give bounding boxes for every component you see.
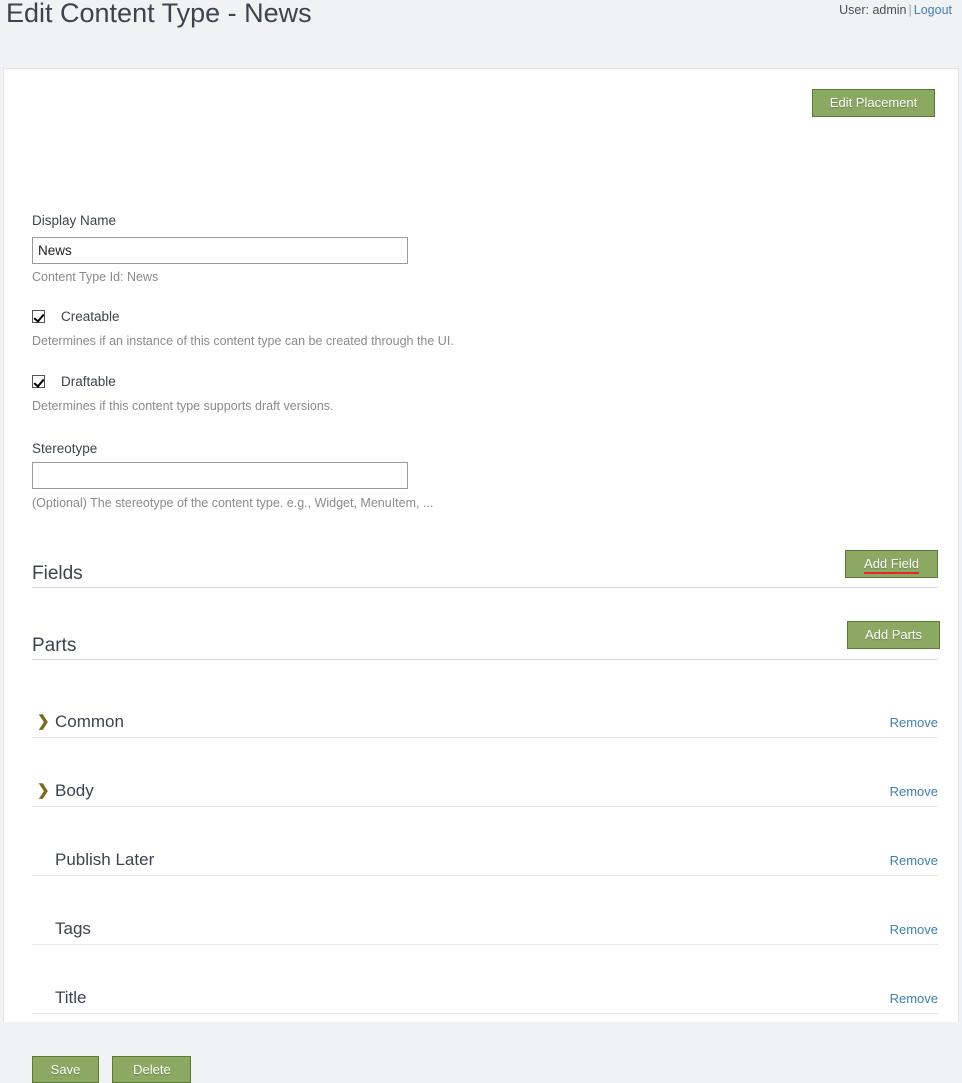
remove-part-link[interactable]: Remove bbox=[890, 854, 938, 867]
fields-section-title: Fields bbox=[32, 564, 83, 583]
logout-link[interactable]: Logout bbox=[914, 3, 952, 17]
parts-section-title: Parts bbox=[32, 636, 76, 655]
edit-placement-button[interactable]: Edit Placement bbox=[812, 89, 935, 117]
draftable-label[interactable]: Draftable bbox=[61, 374, 116, 389]
remove-part-link[interactable]: Remove bbox=[890, 716, 938, 729]
chevron-right-icon[interactable]: ❯ bbox=[37, 783, 50, 798]
part-row: Tags Remove bbox=[32, 876, 938, 945]
part-row: Title Remove bbox=[32, 945, 938, 1014]
add-field-button[interactable]: Add Field bbox=[845, 550, 938, 578]
parts-list: ❯ Common Remove ❯ Body Remove Publish Later Rem… bbox=[32, 669, 938, 1014]
part-name: Publish Later bbox=[55, 851, 154, 870]
add-field-button-label: Add Field bbox=[864, 556, 919, 574]
creatable-hint: Determines if an instance of this conten… bbox=[32, 334, 454, 348]
save-button[interactable]: Save bbox=[32, 1056, 99, 1083]
remove-part-link[interactable]: Remove bbox=[890, 785, 938, 798]
user-info: User: admin|Logout bbox=[839, 3, 952, 17]
draftable-hint: Determines if this content type supports… bbox=[32, 399, 334, 413]
draftable-row[interactable]: Draftable bbox=[32, 374, 116, 389]
content-type-id-hint: Content Type Id: News bbox=[32, 270, 158, 284]
remove-part-link[interactable]: Remove bbox=[890, 992, 938, 1005]
page-title: Edit Content Type - News bbox=[6, 0, 312, 29]
page-header: Edit Content Type - News User: admin|Log… bbox=[0, 0, 962, 68]
stereotype-hint: (Optional) The stereotype of the content… bbox=[32, 496, 433, 510]
part-row: Publish Later Remove bbox=[32, 807, 938, 876]
content-panel: Edit Placement Display Name Content Type… bbox=[3, 68, 959, 1022]
user-separator: | bbox=[909, 3, 912, 17]
footer-actions: Save Delete bbox=[32, 1056, 191, 1083]
display-name-input[interactable] bbox=[32, 237, 408, 264]
parts-section-header: Parts Add Parts bbox=[32, 624, 938, 660]
chevron-right-icon[interactable]: ❯ bbox=[37, 714, 50, 729]
part-name: Body bbox=[55, 782, 94, 801]
draftable-checkbox[interactable] bbox=[32, 375, 45, 388]
remove-part-link[interactable]: Remove bbox=[890, 923, 938, 936]
fields-section-header: Fields Add Field bbox=[32, 552, 938, 588]
creatable-checkbox[interactable] bbox=[32, 310, 45, 323]
user-name-label: User: admin bbox=[839, 3, 906, 17]
display-name-label: Display Name bbox=[32, 213, 116, 228]
part-row: ❯ Body Remove bbox=[32, 738, 938, 807]
delete-button[interactable]: Delete bbox=[112, 1056, 191, 1083]
creatable-label[interactable]: Creatable bbox=[61, 309, 120, 324]
stereotype-label: Stereotype bbox=[32, 441, 97, 456]
part-name: Common bbox=[55, 713, 124, 732]
part-row: ❯ Common Remove bbox=[32, 669, 938, 738]
part-name: Tags bbox=[55, 920, 91, 939]
stereotype-input[interactable] bbox=[32, 462, 408, 489]
creatable-row[interactable]: Creatable bbox=[32, 309, 120, 324]
add-parts-button[interactable]: Add Parts bbox=[847, 621, 940, 649]
part-name: Title bbox=[55, 989, 87, 1008]
